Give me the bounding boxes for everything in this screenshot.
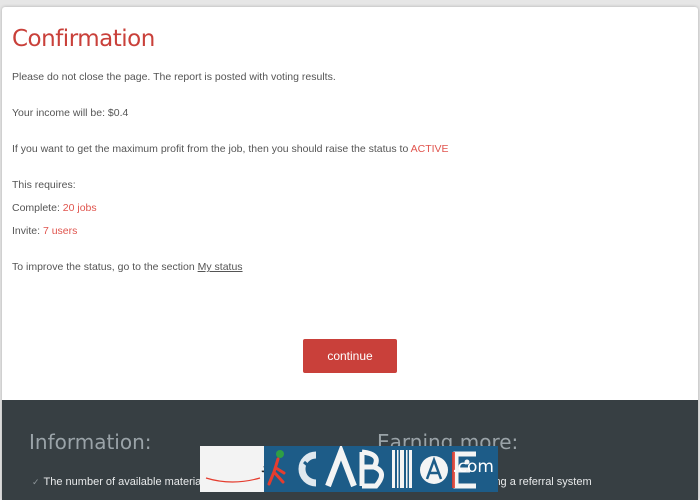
invite-requirement: Invite: 7 users (12, 225, 77, 237)
requires-label: This requires: (12, 179, 76, 191)
invite-users-link[interactable]: 7 users (43, 225, 77, 237)
complete-label: Complete: (12, 202, 63, 214)
watermark-persian-logo: آیترند (200, 446, 297, 492)
status-active-link[interactable]: ACTIVE (411, 143, 449, 155)
improve-prefix: To improve the status, go to the section (12, 261, 198, 273)
complete-jobs-link[interactable]: 20 jobs (63, 202, 97, 214)
watermark-domain-suffix: .com (452, 457, 494, 477)
status-hint: If you want to get the maximum profit fr… (12, 143, 449, 155)
complete-requirement: Complete: 20 jobs (12, 202, 97, 214)
information-title: Information: (29, 430, 152, 454)
invite-label: Invite: (12, 225, 43, 237)
check-icon: ✓ (32, 477, 40, 487)
watermark-banner: آیترند (200, 443, 498, 492)
page-title: Confirmation (12, 26, 155, 52)
continue-button[interactable]: continue (303, 339, 397, 373)
persian-logo-icon: آیترند (205, 459, 297, 483)
status-hint-text: If you want to get the maximum profit fr… (12, 143, 411, 155)
confirmation-panel: Confirmation Please do not close the pag… (2, 7, 698, 407)
notice-text: Please do not close the page. The report… (12, 71, 336, 83)
page-frame: Confirmation Please do not close the pag… (2, 7, 698, 500)
improve-status-text: To improve the status, go to the section… (12, 261, 243, 273)
watermark-logo-strip: .com (264, 443, 498, 492)
earning-item: ing a referral system (492, 476, 592, 488)
income-text: Your income will be: $0.4 (12, 107, 129, 119)
my-status-link[interactable]: My status (198, 261, 243, 273)
